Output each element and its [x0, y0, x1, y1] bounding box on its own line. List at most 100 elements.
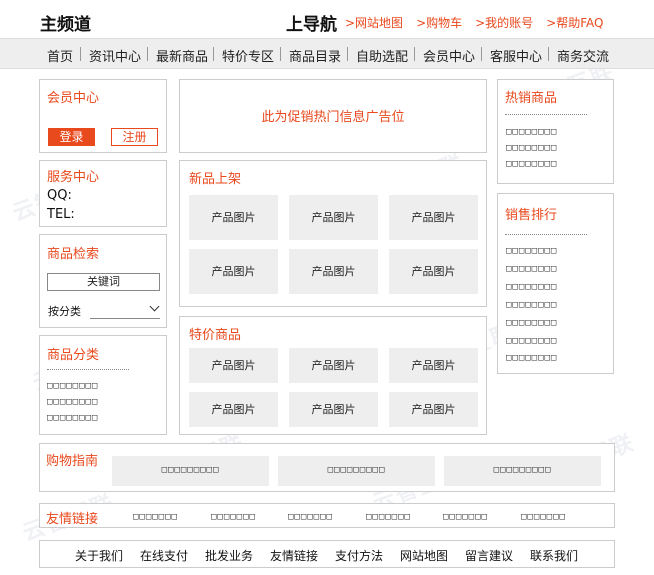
promo-banner[interactable]: 此为促销热门信息广告位 — [179, 79, 487, 153]
category-select[interactable] — [90, 301, 160, 319]
service-center-title: 服务中心 — [47, 170, 100, 185]
ranking-item[interactable]: □□□□□□□□ — [506, 264, 557, 274]
nav-item-member[interactable]: 会员中心 — [423, 46, 475, 65]
footer-link-contact[interactable]: 联系我们 — [530, 547, 578, 564]
nav-divider — [347, 47, 348, 61]
shopping-guide-panel: 购物指南 □□□□□□□□□ □□□□□□□□□ □□□□□□□□□ — [39, 443, 615, 492]
link-sitemap[interactable]: >网站地图 — [345, 16, 403, 30]
category-item[interactable]: □□□□□□□□ — [47, 397, 98, 407]
footer-link-online-pay[interactable]: 在线支付 — [140, 547, 188, 564]
ranking-item[interactable]: □□□□□□□□ — [506, 336, 557, 346]
product-categories-title: 商品分类 — [47, 348, 100, 363]
footer-link-wholesale[interactable]: 批发业务 — [205, 547, 253, 564]
hot-products-panel: 热销商品 □□□□□□□□ □□□□□□□□ □□□□□□□□ — [497, 79, 614, 184]
footer: 关于我们 在线支付 批发业务 友情链接 支付方法 网站地图 留言建议 联系我们 — [39, 540, 615, 568]
friend-links-title: 友情链接 — [46, 512, 99, 527]
guide-item[interactable]: □□□□□□□□□ — [112, 456, 269, 486]
new-products-panel: 新品上架 产品图片 产品图片 产品图片 产品图片 产品图片 产品图片 — [179, 160, 487, 307]
nav-item-catalog[interactable]: 商品目录 — [289, 46, 341, 65]
hot-products-title: 热销商品 — [505, 91, 558, 106]
nav-divider — [147, 47, 148, 61]
shopping-guide-title: 购物指南 — [46, 454, 99, 469]
keyword-input[interactable]: 关键词 — [47, 273, 160, 291]
nav-divider — [548, 47, 549, 61]
ranking-item[interactable]: □□□□□□□□ — [506, 282, 557, 292]
link-my-account[interactable]: >我的账号 — [475, 16, 533, 30]
guide-item-label: □□□□□□□□□ — [327, 465, 386, 475]
guide-item-label: □□□□□□□□□ — [493, 465, 552, 475]
friend-link-item[interactable]: □□□□□□□ — [211, 512, 256, 522]
product-categories-panel: 商品分类 □□□□□□□□ □□□□□□□□ □□□□□□□□ — [39, 335, 167, 435]
nav-item-specials[interactable]: 特价专区 — [222, 46, 274, 65]
product-image[interactable]: 产品图片 — [189, 392, 278, 427]
category-item[interactable]: □□□□□□□□ — [47, 413, 98, 423]
footer-link-feedback[interactable]: 留言建议 — [465, 547, 513, 564]
friend-link-item[interactable]: □□□□□□□ — [366, 512, 411, 522]
footer-link-about[interactable]: 关于我们 — [75, 547, 123, 564]
member-center-title: 会员中心 — [47, 91, 100, 106]
product-image[interactable]: 产品图片 — [289, 249, 378, 294]
ranking-item[interactable]: □□□□□□□□ — [506, 353, 557, 363]
nav-item-self-config[interactable]: 自助选配 — [356, 46, 408, 65]
new-products-title: 新品上架 — [189, 172, 242, 187]
qq-label: QQ: — [47, 188, 72, 203]
divider — [47, 369, 129, 370]
site-title: 主频道 — [40, 15, 91, 35]
chevron-down-icon — [149, 301, 160, 312]
hot-product-item[interactable]: □□□□□□□□ — [506, 159, 557, 169]
footer-link-payment[interactable]: 支付方法 — [335, 547, 383, 564]
link-cart[interactable]: >购物车 — [416, 16, 462, 30]
register-button[interactable]: 注册 — [111, 128, 158, 146]
friend-link-item[interactable]: □□□□□□□ — [521, 512, 566, 522]
product-image[interactable]: 产品图片 — [289, 348, 378, 383]
product-image[interactable]: 产品图片 — [389, 195, 478, 240]
by-category-label: 按分类 — [48, 305, 81, 318]
ranking-item[interactable]: □□□□□□□□ — [506, 318, 557, 328]
service-center-panel: 服务中心 QQ: TEL: — [39, 160, 167, 227]
nav-item-home[interactable]: 首页 — [47, 46, 73, 65]
ranking-item[interactable]: □□□□□□□□ — [506, 246, 557, 256]
special-products-title: 特价商品 — [189, 328, 242, 343]
guide-item[interactable]: □□□□□□□□□ — [278, 456, 435, 486]
nav-item-new-products[interactable]: 最新商品 — [156, 46, 208, 65]
top-nav-title: 上导航 — [286, 15, 337, 35]
divider — [505, 114, 587, 115]
guide-item[interactable]: □□□□□□□□□ — [444, 456, 601, 486]
nav-divider — [481, 47, 482, 61]
special-products-panel: 特价商品 产品图片 产品图片 产品图片 产品图片 产品图片 产品图片 — [179, 316, 487, 435]
ranking-item[interactable]: □□□□□□□□ — [506, 300, 557, 310]
product-image[interactable]: 产品图片 — [389, 348, 478, 383]
friend-link-item[interactable]: □□□□□□□ — [443, 512, 488, 522]
nav-item-news[interactable]: 资讯中心 — [89, 46, 141, 65]
tel-label: TEL: — [47, 207, 75, 222]
nav-divider — [80, 47, 81, 61]
nav-item-service[interactable]: 客服中心 — [490, 46, 542, 65]
nav-divider — [280, 47, 281, 61]
link-help-faq[interactable]: >帮助FAQ — [546, 16, 603, 30]
divider — [505, 234, 587, 235]
top-links: >网站地图 >购物车 >我的账号 >帮助FAQ — [345, 14, 617, 31]
product-image[interactable]: 产品图片 — [289, 195, 378, 240]
login-button[interactable]: 登录 — [48, 128, 95, 146]
nav-item-business[interactable]: 商务交流 — [557, 46, 609, 65]
product-image[interactable]: 产品图片 — [189, 195, 278, 240]
nav-divider — [213, 47, 214, 61]
hot-product-item[interactable]: □□□□□□□□ — [506, 143, 557, 153]
friend-link-item[interactable]: □□□□□□□ — [288, 512, 333, 522]
hot-product-item[interactable]: □□□□□□□□ — [506, 127, 557, 137]
promo-text: 此为促销热门信息广告位 — [261, 110, 405, 125]
product-image[interactable]: 产品图片 — [389, 392, 478, 427]
sales-ranking-title: 销售排行 — [505, 208, 558, 223]
header: 主频道 上导航 >网站地图 >购物车 >我的账号 >帮助FAQ — [0, 0, 654, 38]
product-search-title: 商品检索 — [47, 247, 100, 262]
sales-ranking-panel: 销售排行 □□□□□□□□ □□□□□□□□ □□□□□□□□ □□□□□□□□… — [497, 193, 614, 374]
product-image[interactable]: 产品图片 — [389, 249, 478, 294]
product-image[interactable]: 产品图片 — [189, 249, 278, 294]
footer-link-sitemap[interactable]: 网站地图 — [400, 547, 448, 564]
footer-link-friend-links[interactable]: 友情链接 — [270, 547, 318, 564]
category-item[interactable]: □□□□□□□□ — [47, 381, 98, 391]
friend-link-item[interactable]: □□□□□□□ — [133, 512, 178, 522]
product-search-panel: 商品检索 关键词 按分类 — [39, 234, 167, 328]
product-image[interactable]: 产品图片 — [189, 348, 278, 383]
product-image[interactable]: 产品图片 — [289, 392, 378, 427]
